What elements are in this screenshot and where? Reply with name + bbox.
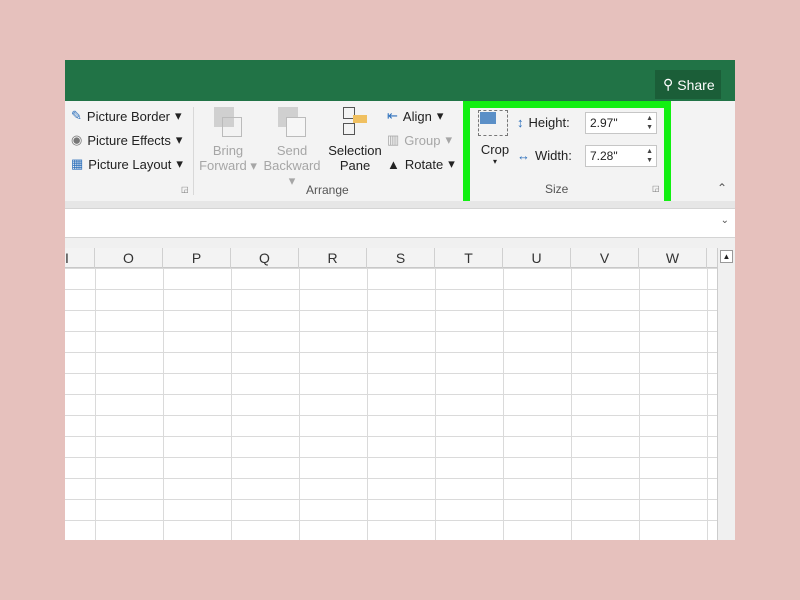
group-icon: ▥ <box>387 132 400 147</box>
width-input[interactable]: 7.28" ▲ ▼ <box>585 145 657 167</box>
formula-bar[interactable]: ⌄ <box>65 208 735 238</box>
column-header-I[interactable]: I <box>65 248 95 268</box>
height-input[interactable]: 2.97" ▲ ▼ <box>585 112 657 134</box>
person-add-icon: ⚲ <box>663 76 674 92</box>
bring-forward-icon <box>214 107 242 137</box>
share-button[interactable]: ⚲ Share <box>655 70 721 99</box>
size-dialog-launcher-icon[interactable]: ◲ <box>652 184 660 193</box>
dialog-launcher-icon[interactable]: ◲ <box>181 185 189 194</box>
size-group-highlight: Crop ▾ ↕ Height: 2.97" ▲ ▼ ↔ Width: 7.28" ▲ ▼ S… <box>463 101 671 209</box>
column-header-W[interactable]: W <box>639 248 707 268</box>
column-headers: IOPQRSTUVW <box>65 248 717 268</box>
width-label: ↔ Width: <box>517 148 572 163</box>
column-header-R[interactable]: R <box>299 248 367 268</box>
height-label: ↕ Height: <box>517 115 570 130</box>
column-header-P[interactable]: P <box>163 248 231 268</box>
height-spinner[interactable]: ▲ ▼ <box>646 114 653 132</box>
rotate-icon: ▲ <box>387 156 400 172</box>
align-icon: ⇤ <box>387 108 398 123</box>
collapse-ribbon-icon[interactable]: ⌃ <box>717 181 727 195</box>
picture-effects-icon: ◉ <box>71 132 83 147</box>
arrange-group-label: Arrange <box>306 183 349 197</box>
align-button[interactable]: ⇤ Align ▾ <box>387 108 443 124</box>
column-header-T[interactable]: T <box>435 248 503 268</box>
title-bar: ⚲ Share <box>65 60 735 101</box>
cell-grid[interactable] <box>65 268 717 540</box>
height-icon: ↕ <box>517 115 524 130</box>
column-header-U[interactable]: U <box>503 248 571 268</box>
vertical-scrollbar[interactable]: ▲ <box>717 248 735 540</box>
rotate-button[interactable]: ▲ Rotate ▾ <box>387 156 455 172</box>
expand-formula-bar-icon[interactable]: ⌄ <box>721 215 729 226</box>
send-backward-button[interactable]: Send Backward ▾ <box>259 107 325 189</box>
excel-window: ⚲ Share ✎ Picture Border ▾ ◉ Picture Effects… <box>65 60 735 540</box>
picture-layout-button[interactable]: ▦ Picture Layout ▾ <box>71 156 183 172</box>
picture-layout-icon: ▦ <box>71 156 84 171</box>
bring-forward-button[interactable]: Bring Forward ▾ <box>199 107 257 174</box>
crop-button[interactable]: Crop ▾ <box>475 110 515 166</box>
send-backward-icon <box>278 107 306 137</box>
picture-border-icon: ✎ <box>71 108 82 123</box>
column-header-V[interactable]: V <box>571 248 639 268</box>
crop-icon <box>478 110 508 136</box>
group-button[interactable]: ▥ Group ▾ <box>387 132 452 148</box>
ribbon: ✎ Picture Border ▾ ◉ Picture Effects ▾ ▦ Pict… <box>65 101 735 209</box>
width-icon: ↔ <box>517 148 530 163</box>
size-group-label: Size <box>545 182 569 196</box>
width-spinner[interactable]: ▲ ▼ <box>646 147 653 165</box>
picture-border-button[interactable]: ✎ Picture Border ▾ <box>71 108 182 124</box>
picture-effects-button[interactable]: ◉ Picture Effects ▾ <box>71 132 182 148</box>
scroll-up-icon[interactable]: ▲ <box>720 250 733 263</box>
column-header-Q[interactable]: Q <box>231 248 299 268</box>
selection-pane-icon <box>341 107 369 137</box>
column-header-S[interactable]: S <box>367 248 435 268</box>
selection-pane-button[interactable]: Selection Pane <box>325 107 385 173</box>
column-header-O[interactable]: O <box>95 248 163 268</box>
